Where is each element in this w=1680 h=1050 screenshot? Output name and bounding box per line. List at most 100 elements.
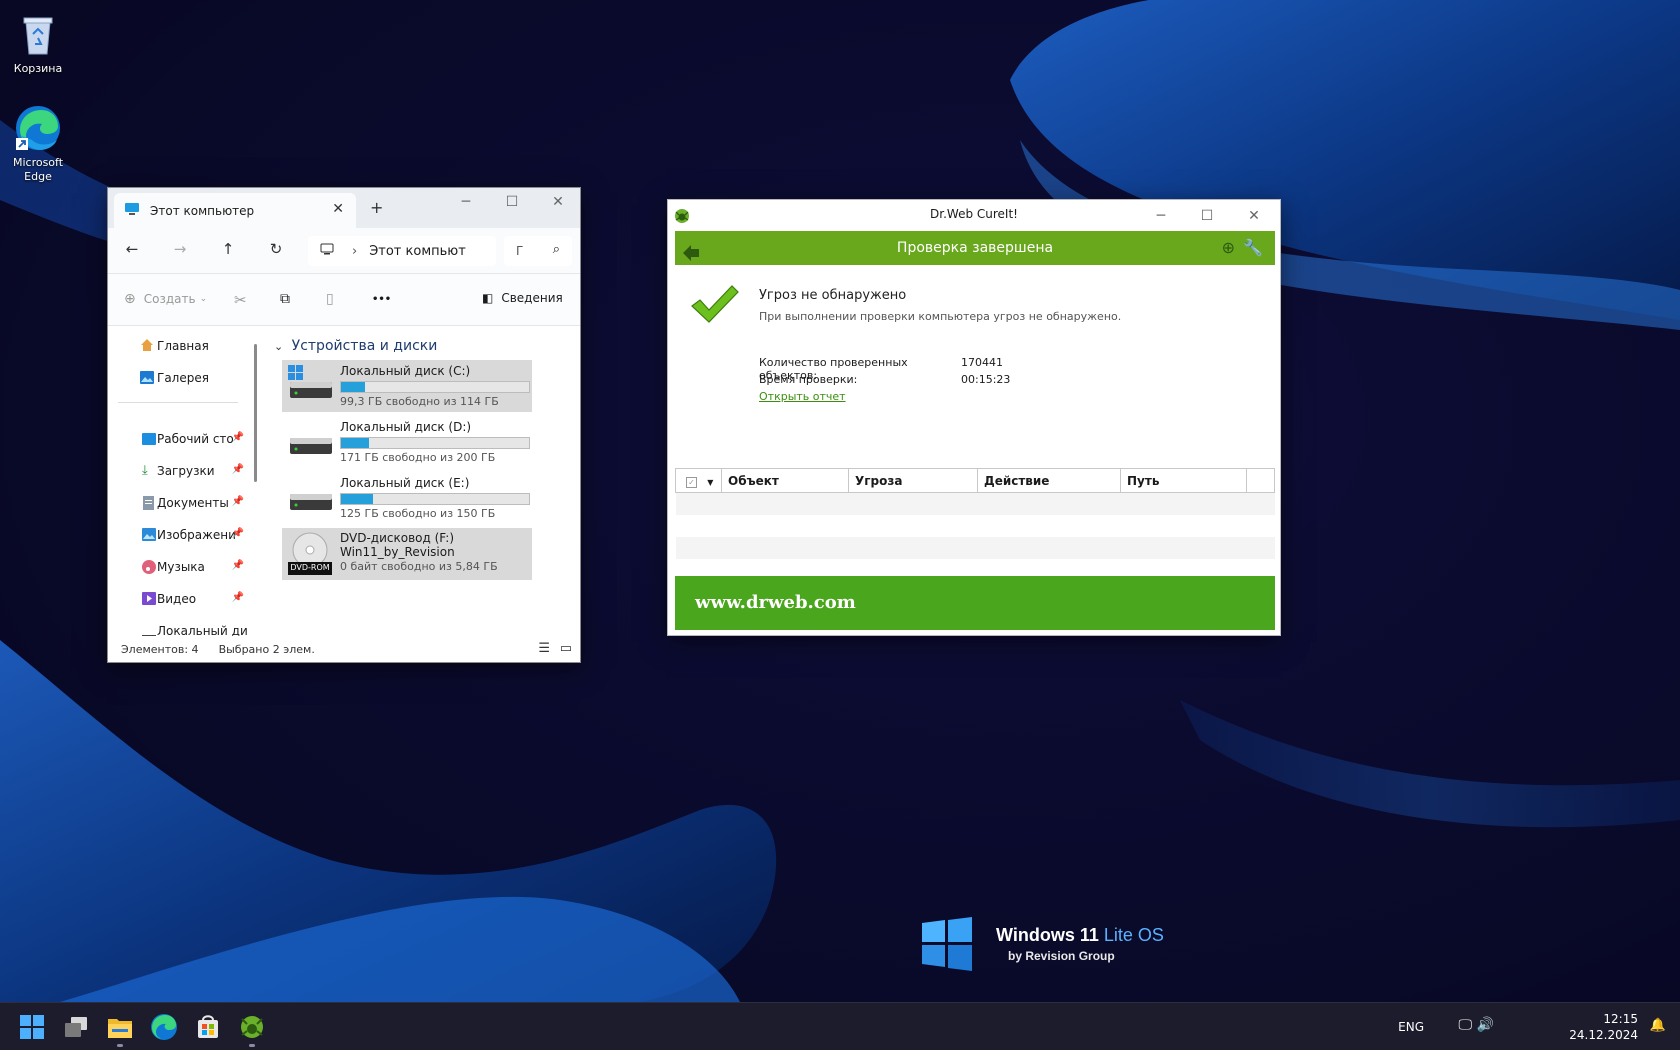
back-arrow-icon[interactable]: ← (120, 240, 144, 262)
column-threat[interactable]: Угроза (848, 468, 978, 493)
report-row: Открыть отчет (759, 390, 1010, 407)
drive-c[interactable]: Локальный диск (C:) 99,3 ГБ свободно из … (282, 360, 532, 412)
nav-item-music[interactable]: Музыка 📌 (108, 551, 248, 583)
nav-item-video[interactable]: Видео 📌 (108, 583, 248, 615)
desktop-icon-edge[interactable]: Microsoft Edge (0, 104, 76, 184)
stat-row: Количество проверенных объектов: 170441 (759, 356, 1010, 382)
drweb-icon[interactable] (236, 1011, 268, 1043)
pin-icon: 📌 (231, 464, 244, 475)
address-bar[interactable]: › Этот компьют (308, 236, 496, 266)
checkmark-icon (690, 284, 740, 327)
nav-scrollbar[interactable] (254, 344, 257, 482)
checkbox-icon[interactable]: ✓ (686, 476, 697, 488)
edge-icon[interactable] (148, 1011, 180, 1043)
start-icon[interactable] (16, 1011, 48, 1043)
section-header[interactable]: ⌄ Устройства и диски (274, 338, 437, 354)
drive-free-space: 125 ГБ свободно из 150 ГБ (340, 507, 496, 520)
nav-item-desktop[interactable]: Рабочий сто 📌 (108, 423, 248, 455)
forward-arrow-icon[interactable]: → (168, 240, 192, 262)
column-object[interactable]: Объект (721, 468, 849, 493)
network-icon[interactable]: 🖵 (1459, 1017, 1473, 1033)
windows-logo-icon (922, 917, 972, 971)
desktop-icon-recycle-bin[interactable]: Корзина (0, 10, 76, 76)
more-options-button[interactable]: ••• (372, 294, 391, 305)
paste-icon[interactable]: ▯ (326, 291, 334, 307)
nav-item-gallery[interactable]: Галерея (108, 362, 248, 394)
drweb-website-banner[interactable]: www.drweb.com (675, 576, 1275, 630)
copy-icon[interactable]: ⧉ (280, 291, 290, 307)
table-row (675, 536, 1275, 559)
table-row (676, 515, 1275, 537)
up-arrow-icon[interactable]: ↑ (216, 240, 240, 262)
create-button[interactable]: ⊕ Создать ⌄ (124, 291, 207, 307)
nav-item-label: Локальный дис (157, 624, 248, 636)
file-explorer-window[interactable]: Этот компьютер ✕ + ─ ☐ ✕ ← → ↑ ↻ › Этот … (107, 187, 581, 663)
cut-icon[interactable]: ✂ (234, 291, 247, 309)
clock[interactable]: 12:15 24.12.2024 (1569, 1011, 1638, 1043)
hard-drive-icon (290, 494, 332, 510)
wrench-icon[interactable]: 🔧 (1243, 231, 1263, 265)
tiles-view-icon[interactable]: ▭ (560, 641, 572, 656)
drive-dvd-f[interactable]: DVD-ROM DVD-дисковод (F:) Win11_by_Revis… (282, 528, 532, 580)
drives-pane: ⌄ Устройства и диски Локальный диск (C:)… (264, 326, 580, 636)
chevron-down-icon: ⌄ (199, 294, 208, 304)
music-icon (142, 560, 156, 577)
plus-circle-icon: ⊕ (124, 291, 136, 307)
table-row (675, 492, 1275, 515)
file-explorer-icon[interactable] (104, 1011, 136, 1043)
drweb-titlebar[interactable]: Dr.Web CureIt! ─ ☐ ✕ (668, 200, 1280, 230)
minimize-button[interactable]: ─ (446, 194, 486, 210)
explorer-titlebar[interactable]: Этот компьютер ✕ + ─ ☐ ✕ (108, 188, 580, 228)
maximize-button[interactable]: ☐ (492, 194, 532, 210)
close-button[interactable]: ✕ (538, 194, 578, 210)
tab-title: Этот компьютер (150, 203, 255, 218)
open-report-link[interactable]: Открыть отчет (759, 390, 846, 407)
task-view-icon[interactable] (60, 1011, 92, 1043)
minimize-button[interactable]: ─ (1141, 202, 1181, 230)
tab-this-pc[interactable]: Этот компьютер ✕ (114, 193, 356, 228)
recycle-bin-icon (14, 10, 62, 58)
maximize-button[interactable]: ☐ (1187, 202, 1227, 230)
drive-d[interactable]: Локальный диск (D:) 171 ГБ свободно из 2… (282, 416, 532, 468)
nav-item-documents[interactable]: Документы 📌 (108, 487, 248, 519)
clock-time: 12:15 (1603, 1012, 1638, 1026)
nav-item-local-disk[interactable]: Локальный дис (108, 615, 248, 636)
drive-free-space: 99,3 ГБ свободно из 114 ГБ (340, 395, 499, 408)
drweb-cureit-window[interactable]: Dr.Web CureIt! ─ ☐ ✕ Проверка завершена … (667, 199, 1281, 636)
volume-icon[interactable]: 🔊 (1477, 1017, 1494, 1033)
column-action[interactable]: Действие (977, 468, 1121, 493)
globe-icon[interactable]: ⊕ (1222, 231, 1235, 265)
search-input[interactable]: Г ⌕ (504, 236, 572, 266)
details-label: Сведения (501, 291, 563, 305)
details-view-icon[interactable]: ☰ (538, 641, 550, 656)
language-indicator[interactable]: ENG (1398, 1020, 1424, 1034)
refresh-icon[interactable]: ↻ (264, 240, 288, 262)
hard-drive-icon (290, 438, 332, 454)
nav-item-downloads[interactable]: ⤓ Загрузки 📌 (108, 455, 248, 487)
desktop-icon-label: Microsoft Edge (12, 156, 64, 183)
nav-item-home[interactable]: Главная (108, 330, 248, 362)
nav-item-pictures[interactable]: Изображени 📌 (108, 519, 248, 551)
nav-item-label: Загрузки (157, 464, 215, 478)
drive-e[interactable]: Локальный диск (E:) 125 ГБ свободно из 1… (282, 472, 532, 524)
back-arrow-icon[interactable] (683, 240, 699, 274)
command-bar: ⊕ Создать ⌄ ✂ ⧉ ▯ ••• ◧ Сведения (108, 274, 580, 326)
dvd-icon: DVD-ROM (288, 532, 332, 576)
select-all-column[interactable]: ✓ ▼ (675, 468, 722, 493)
item-count: Элементов: 4 (121, 642, 199, 656)
notification-bell-icon[interactable]: 🔔 (1650, 1018, 1666, 1033)
column-path[interactable]: Путь (1120, 468, 1247, 493)
store-icon[interactable] (192, 1011, 224, 1043)
monitor-icon (320, 243, 334, 259)
address-text: Этот компьют (369, 243, 466, 259)
close-tab-icon[interactable]: ✕ (332, 201, 344, 217)
new-tab-button[interactable]: + (370, 198, 383, 217)
selection-count: Выбрано 2 элем. (218, 642, 315, 656)
details-button[interactable]: ◧ Сведения (482, 291, 563, 305)
drweb-header-bar: Проверка завершена ⊕ 🔧 (675, 231, 1275, 265)
dropdown-triangle-icon[interactable]: ▼ (707, 478, 713, 487)
drive-usage-bar (340, 493, 530, 505)
stat-row: Время проверки: 00:15:23 (759, 373, 1010, 390)
scan-result: Угроз не обнаружено При выполнении прове… (759, 288, 1121, 323)
close-button[interactable]: ✕ (1234, 202, 1274, 230)
